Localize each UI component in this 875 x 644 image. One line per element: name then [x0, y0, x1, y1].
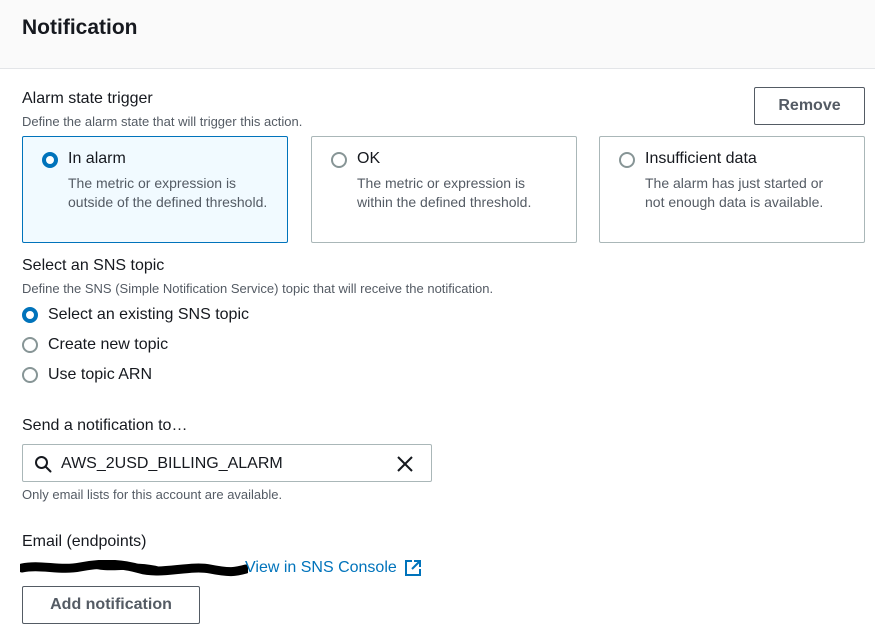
email-endpoints-label: Email (endpoints)	[22, 533, 147, 550]
topic-search-input[interactable]: AWS_2USD_BILLING_ALARM	[22, 444, 432, 482]
tile-title: Insufficient data	[645, 150, 757, 167]
remove-button[interactable]: Remove	[754, 87, 865, 125]
external-link-icon	[404, 560, 421, 576]
radio-insufficient-data[interactable]	[619, 152, 635, 168]
radio-ok[interactable]	[331, 152, 347, 168]
radio-create-topic[interactable]: Create new topic	[22, 334, 168, 356]
view-in-sns-console-link[interactable]: View in SNS Console	[245, 559, 422, 577]
alarm-state-description: Define the alarm state that will trigger…	[22, 114, 303, 129]
radio-button[interactable]	[22, 337, 38, 353]
link-label: View in SNS Console	[245, 559, 397, 576]
radio-label: Create new topic	[48, 336, 169, 353]
page-title: Notification	[22, 16, 138, 39]
tile-title: In alarm	[68, 150, 126, 167]
tile-title: OK	[357, 150, 381, 167]
sns-topic-label: Select an SNS topic	[22, 257, 165, 274]
tile-description: The metric or expression is outside of t…	[68, 175, 268, 210]
alarm-state-label: Alarm state trigger	[22, 90, 153, 107]
send-to-hint: Only email lists for this account are av…	[22, 487, 283, 502]
tile-ok[interactable]: OK The metric or expression is within th…	[311, 136, 577, 243]
radio-label: Select an existing SNS topic	[48, 306, 249, 323]
radio-button[interactable]	[22, 367, 38, 383]
redaction-scribble	[20, 560, 248, 577]
radio-in-alarm[interactable]	[42, 152, 58, 168]
search-icon	[35, 456, 52, 473]
close-icon[interactable]	[395, 454, 415, 474]
tile-description: The alarm has just started or not enough…	[645, 175, 824, 210]
send-to-label: Send a notification to…	[22, 417, 188, 434]
sns-topic-description: Define the SNS (Simple Notification Serv…	[22, 281, 494, 296]
topic-search-value: AWS_2USD_BILLING_ALARM	[61, 455, 283, 472]
section-header: Notification	[0, 0, 875, 69]
radio-topic-arn[interactable]: Use topic ARN	[22, 364, 152, 386]
radio-label: Use topic ARN	[48, 366, 153, 383]
tile-description: The metric or expression is within the d…	[357, 175, 532, 210]
tile-insufficient-data[interactable]: Insufficient data The alarm has just sta…	[599, 136, 865, 243]
radio-button[interactable]	[22, 307, 38, 323]
radio-existing-topic[interactable]: Select an existing SNS topic	[22, 304, 249, 326]
tile-in-alarm[interactable]: In alarm The metric or expression is out…	[22, 136, 288, 243]
add-notification-button[interactable]: Add notification	[22, 586, 200, 624]
